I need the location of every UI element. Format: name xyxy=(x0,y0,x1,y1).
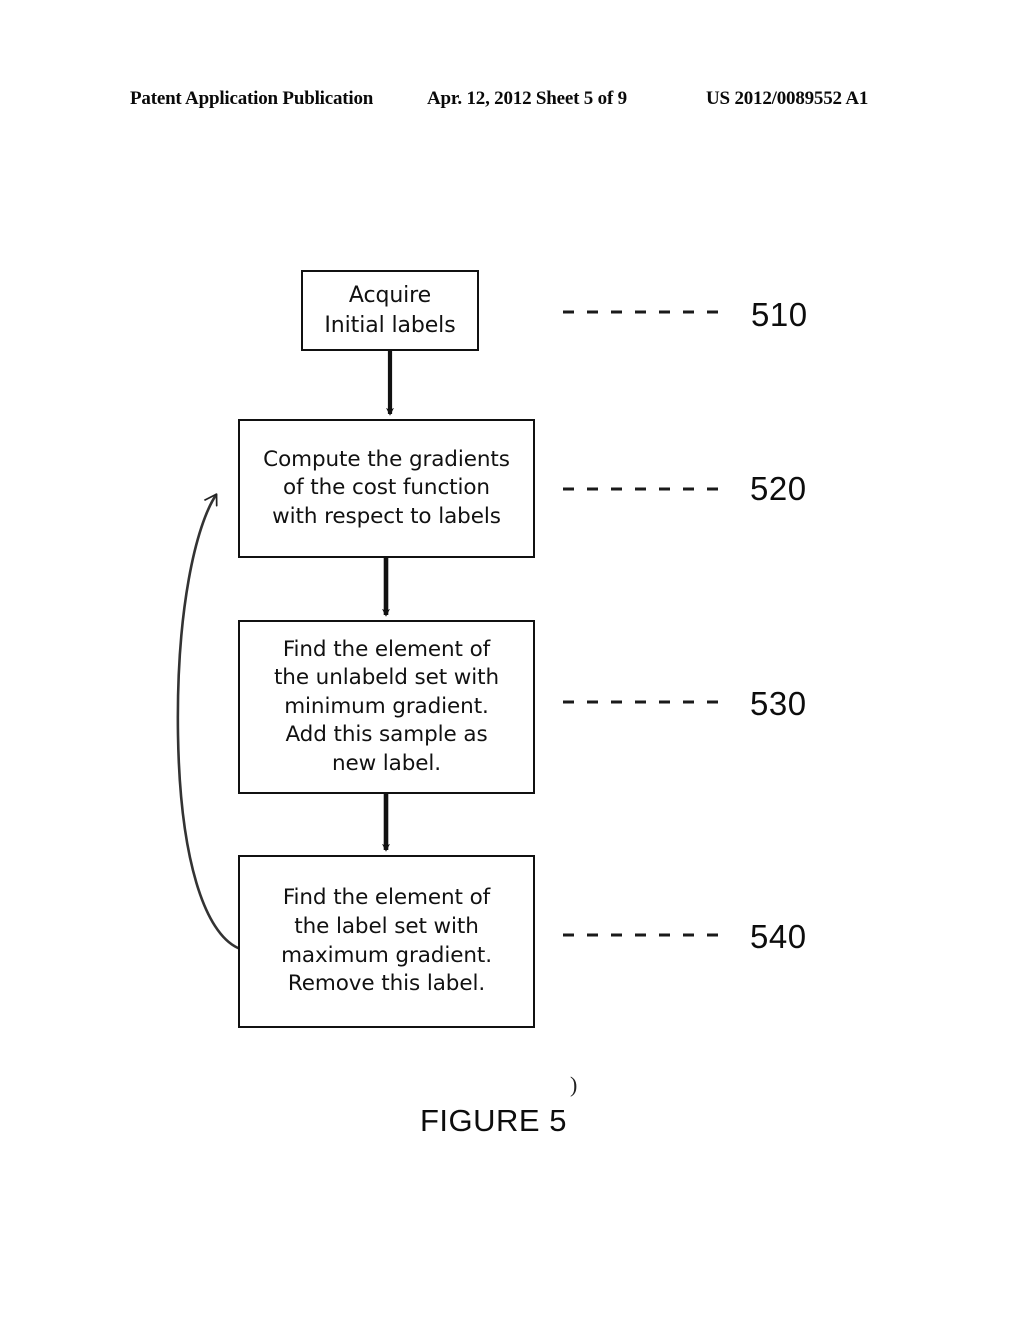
reference-numeral-530: 530 xyxy=(750,685,807,722)
process-box-540-text: Find the element of the label set with m… xyxy=(281,885,492,997)
figure-caption: FIGURE 5 xyxy=(420,1103,567,1138)
process-box-510-text: Acquire Initial labels xyxy=(324,282,456,338)
reference-numeral-510: 510 xyxy=(751,296,808,333)
process-box-510: Acquire Initial labels xyxy=(301,270,479,351)
process-box-530: Find the element of the unlabeld set wit… xyxy=(238,620,535,794)
caption-stray-mark: ) xyxy=(570,1072,578,1097)
connector-540-520-feedback xyxy=(176,495,240,950)
process-box-540: Find the element of the label set with m… xyxy=(238,855,535,1028)
process-box-520: Compute the gradients of the cost functi… xyxy=(238,419,535,558)
reference-numeral-520: 520 xyxy=(750,470,807,507)
reference-numeral-540: 540 xyxy=(750,918,807,955)
figure-5-drawing: Acquire Initial labels Compute the gradi… xyxy=(0,0,1024,1320)
process-box-530-text: Find the element of the unlabeld set wit… xyxy=(273,636,500,776)
process-box-520-text: Compute the gradients of the cost functi… xyxy=(263,446,510,529)
